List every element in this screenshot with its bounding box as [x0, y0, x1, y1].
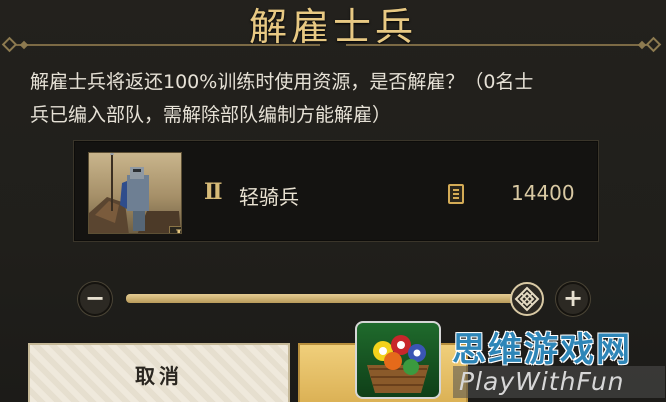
increase-button[interactable]: + — [556, 282, 590, 316]
cancel-button[interactable]: 取消 — [28, 343, 290, 402]
title-divider-right — [346, 44, 652, 46]
dialog-message: 解雇士兵将返还100%训练时使用资源，是否解雇？（0名士 兵已编入部队，需解除部… — [30, 66, 650, 132]
dismiss-soldiers-dialog: 解雇士兵 解雇士兵将返还100%训练时使用资源，是否解雇？（0名士 兵已编入部队… — [0, 0, 666, 402]
slider-track[interactable] — [126, 294, 516, 303]
cancel-button-label: 取消 — [135, 364, 183, 388]
message-line: 兵已编入部队，需解除部队编制方能解雇） — [30, 104, 392, 126]
watermark-subtitle: PlayWithFun — [453, 366, 665, 398]
unit-card: II II 轻骑兵 14400 — [73, 140, 599, 242]
slider-fill — [126, 294, 516, 303]
watermark: 思维游戏网 PlayWithFun — [355, 318, 666, 402]
decrease-button[interactable]: − — [78, 282, 112, 316]
diamond-knot-icon — [514, 286, 540, 312]
unit-count: 14400 — [511, 181, 575, 205]
slider-handle[interactable] — [510, 282, 544, 316]
title-divider-left — [14, 44, 320, 46]
light-cavalry-portrait-icon — [89, 153, 181, 233]
document-scroll-icon — [448, 184, 464, 204]
watermark-title: 思维游戏网 — [452, 330, 632, 370]
portrait-tier-badge: II — [169, 226, 181, 233]
unit-name: 轻骑兵 — [239, 185, 299, 209]
unit-portrait: II — [88, 152, 182, 234]
dismiss-quantity-slider[interactable]: − + — [74, 279, 602, 319]
message-line: 解雇士兵将返还100%训练时使用资源，是否解雇？（0名士 — [30, 71, 534, 93]
unit-tier: II — [204, 179, 223, 205]
billiard-balls-basket-icon — [355, 321, 441, 399]
